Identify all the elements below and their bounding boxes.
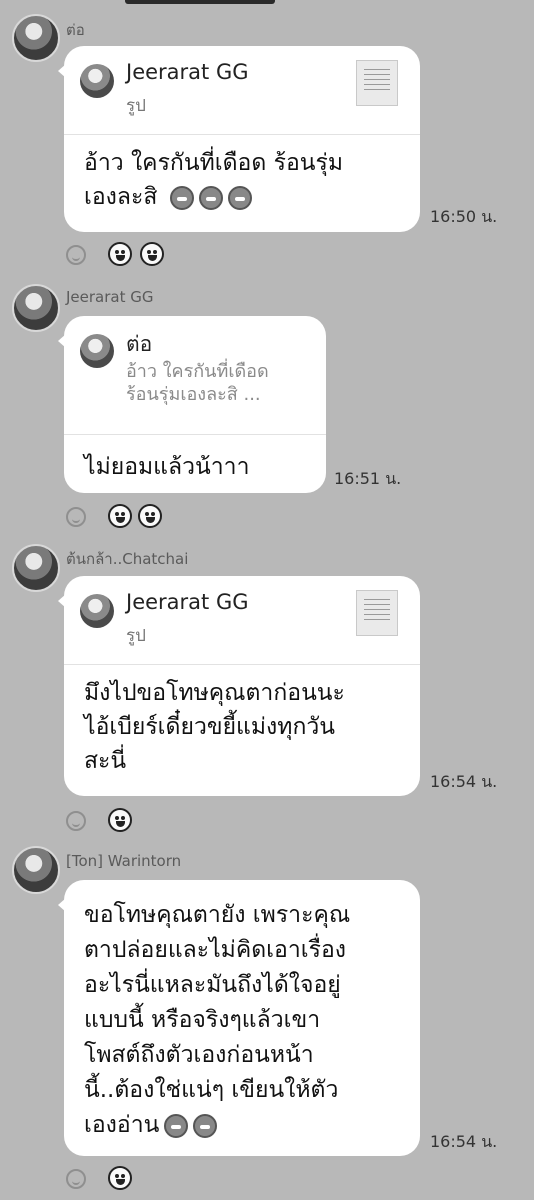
sender-avatar[interactable] <box>12 14 60 62</box>
message-line: เองละสิ <box>84 184 158 210</box>
sender-avatar[interactable] <box>12 544 60 592</box>
add-reaction-icon[interactable] <box>66 1169 86 1189</box>
rolling-laughing-icon <box>193 1113 218 1138</box>
reply-line: อ้าว ใครกันที่เดือด <box>126 361 269 382</box>
message-line: นี้..ต้องใช่แน่ๆ เขียนให้ตัว <box>84 1077 339 1103</box>
sender-name: [Ton] Warintorn <box>66 852 182 870</box>
message-time: 16:54 น. <box>430 772 498 791</box>
rolling-laughing-icon <box>227 185 252 210</box>
message-line: อ้าว ใครกันที่เดือด ร้อนรุ่ม <box>84 150 343 176</box>
kiss-wink-icon[interactable] <box>108 808 132 832</box>
reply-avatar <box>80 334 114 368</box>
sender-avatar[interactable] <box>12 846 60 894</box>
message-line: ตาปล่อยและไม่คิดเอาเรื่อง <box>84 937 347 963</box>
laughing-icon[interactable] <box>140 242 164 266</box>
message-text: ขอโทษคุณตายัง เพราะคุณ ตาปล่อยและไม่คิดเ… <box>84 898 350 1143</box>
message-line: สะนี่ <box>84 748 127 774</box>
message-line: ไอ้เบียร์เดี๋ยวขยี้แม่งทุกวัน <box>84 714 336 740</box>
message-line: ไม่ยอมแล้วน้าาา <box>84 454 250 480</box>
message-time: 16:51 น. <box>334 469 402 488</box>
sender-avatar[interactable] <box>12 284 60 332</box>
message-line: มึงไปขอโทษคุณตาก่อนนะ <box>84 680 345 706</box>
message-time: 16:54 น. <box>430 1132 498 1151</box>
message-bubble[interactable]: Jeerarat GG รูป มึงไปขอโทษคุณตาก่อนนะ ไอ… <box>58 576 420 796</box>
reply-image-thumbnail[interactable] <box>356 590 398 636</box>
add-reaction-icon[interactable] <box>66 245 86 265</box>
add-reaction-icon[interactable] <box>66 811 86 831</box>
grinning-squint-icon[interactable] <box>138 504 162 528</box>
reply-quote[interactable]: Jeerarat GG รูป <box>64 576 420 665</box>
message-text: อ้าว ใครกันที่เดือด ร้อนรุ่ม เองละสิ <box>84 146 343 214</box>
message-text: มึงไปขอโทษคุณตาก่อนนะ ไอ้เบียร์เดี๋ยวขยี… <box>84 676 345 778</box>
message-bubble[interactable]: ขอโทษคุณตายัง เพราะคุณ ตาปล่อยและไม่คิดเ… <box>58 880 420 1156</box>
reply-sender-name: Jeerarat GG <box>126 590 249 614</box>
top-bar <box>125 0 275 4</box>
message-line: โพสต์ถึงตัวเองก่อนหน้า <box>84 1042 314 1068</box>
rolling-laughing-icon <box>198 185 223 210</box>
message-bubble[interactable]: ต่อ อ้าว ใครกันที่เดือด ร้อนรุ่มเองละสิ … <box>58 316 326 493</box>
grinning-squint-icon[interactable] <box>108 504 132 528</box>
sender-name: ต้นกล้า..Chatchai <box>66 550 189 568</box>
reply-quote[interactable]: ต่อ อ้าว ใครกันที่เดือด ร้อนรุ่มเองละสิ … <box>64 316 326 435</box>
reply-sender-name: ต่อ <box>126 332 153 356</box>
reply-sender-name: Jeerarat GG <box>126 60 249 84</box>
message-line: เองอ่าน <box>84 1112 160 1138</box>
reply-avatar <box>80 64 114 98</box>
grinning-squint-icon[interactable] <box>108 242 132 266</box>
reply-subtitle: รูป <box>126 96 146 116</box>
message-line: ขอโทษคุณตายัง เพราะคุณ <box>84 902 351 928</box>
reply-image-thumbnail[interactable] <box>356 60 398 106</box>
reply-quote[interactable]: Jeerarat GG รูป <box>64 46 420 135</box>
reply-line: ร้อนรุ่มเองละสิ ... <box>126 384 261 405</box>
message-line: อะไรนี่แหละมันถึงได้ใจอยู่ <box>84 972 341 998</box>
add-reaction-icon[interactable] <box>66 507 86 527</box>
reply-text: อ้าว ใครกันที่เดือด ร้อนรุ่มเองละสิ ... <box>126 360 269 406</box>
message-time: 16:50 น. <box>430 207 498 226</box>
grinning-squint-icon[interactable] <box>108 1166 132 1190</box>
message-text: ไม่ยอมแล้วน้าาา <box>84 450 249 484</box>
sender-name: Jeerarat GG <box>66 288 154 306</box>
message-bubble[interactable]: Jeerarat GG รูป อ้าว ใครกันที่เดือด ร้อน… <box>58 46 420 232</box>
reply-subtitle: รูป <box>126 626 146 646</box>
reply-avatar <box>80 594 114 628</box>
sender-name: ต่อ <box>66 21 85 39</box>
rolling-laughing-icon <box>164 1113 189 1138</box>
rolling-laughing-icon <box>169 185 194 210</box>
message-line: แบบนี้ หรือจริงๆแล้วเขา <box>84 1007 321 1033</box>
bubble-tail <box>58 898 66 912</box>
